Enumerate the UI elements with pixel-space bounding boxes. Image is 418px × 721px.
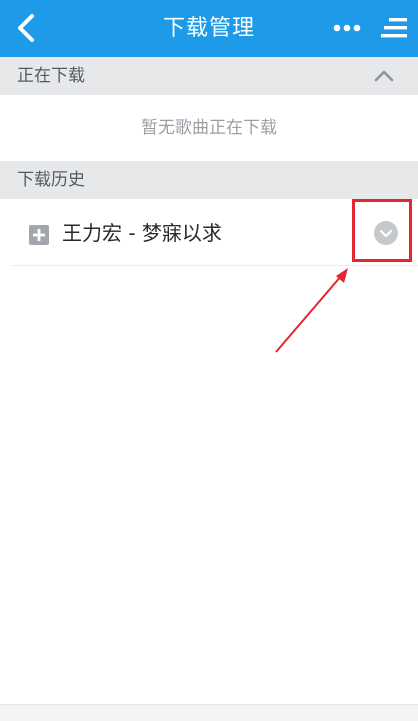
top-bar: 下载管理 xyxy=(0,0,418,57)
annotation-highlight-box xyxy=(352,199,412,262)
plus-square-icon[interactable] xyxy=(29,225,49,245)
menu-lines-icon[interactable] xyxy=(378,13,410,43)
section-downloading-header[interactable]: 正在下载 xyxy=(0,57,418,95)
bottom-edge xyxy=(0,704,418,721)
more-dots-icon[interactable] xyxy=(326,14,368,42)
section-history-header: 下载历史 xyxy=(0,161,418,199)
empty-downloads-message: 暂无歌曲正在下载 xyxy=(141,118,277,138)
section-downloading-label: 正在下载 xyxy=(17,66,85,86)
back-arrow-icon[interactable] xyxy=(8,8,48,48)
song-title: 王力宏 - 梦寐以求 xyxy=(62,221,222,245)
section-history-label: 下载历史 xyxy=(17,170,85,190)
chevron-up-icon[interactable] xyxy=(370,63,398,89)
